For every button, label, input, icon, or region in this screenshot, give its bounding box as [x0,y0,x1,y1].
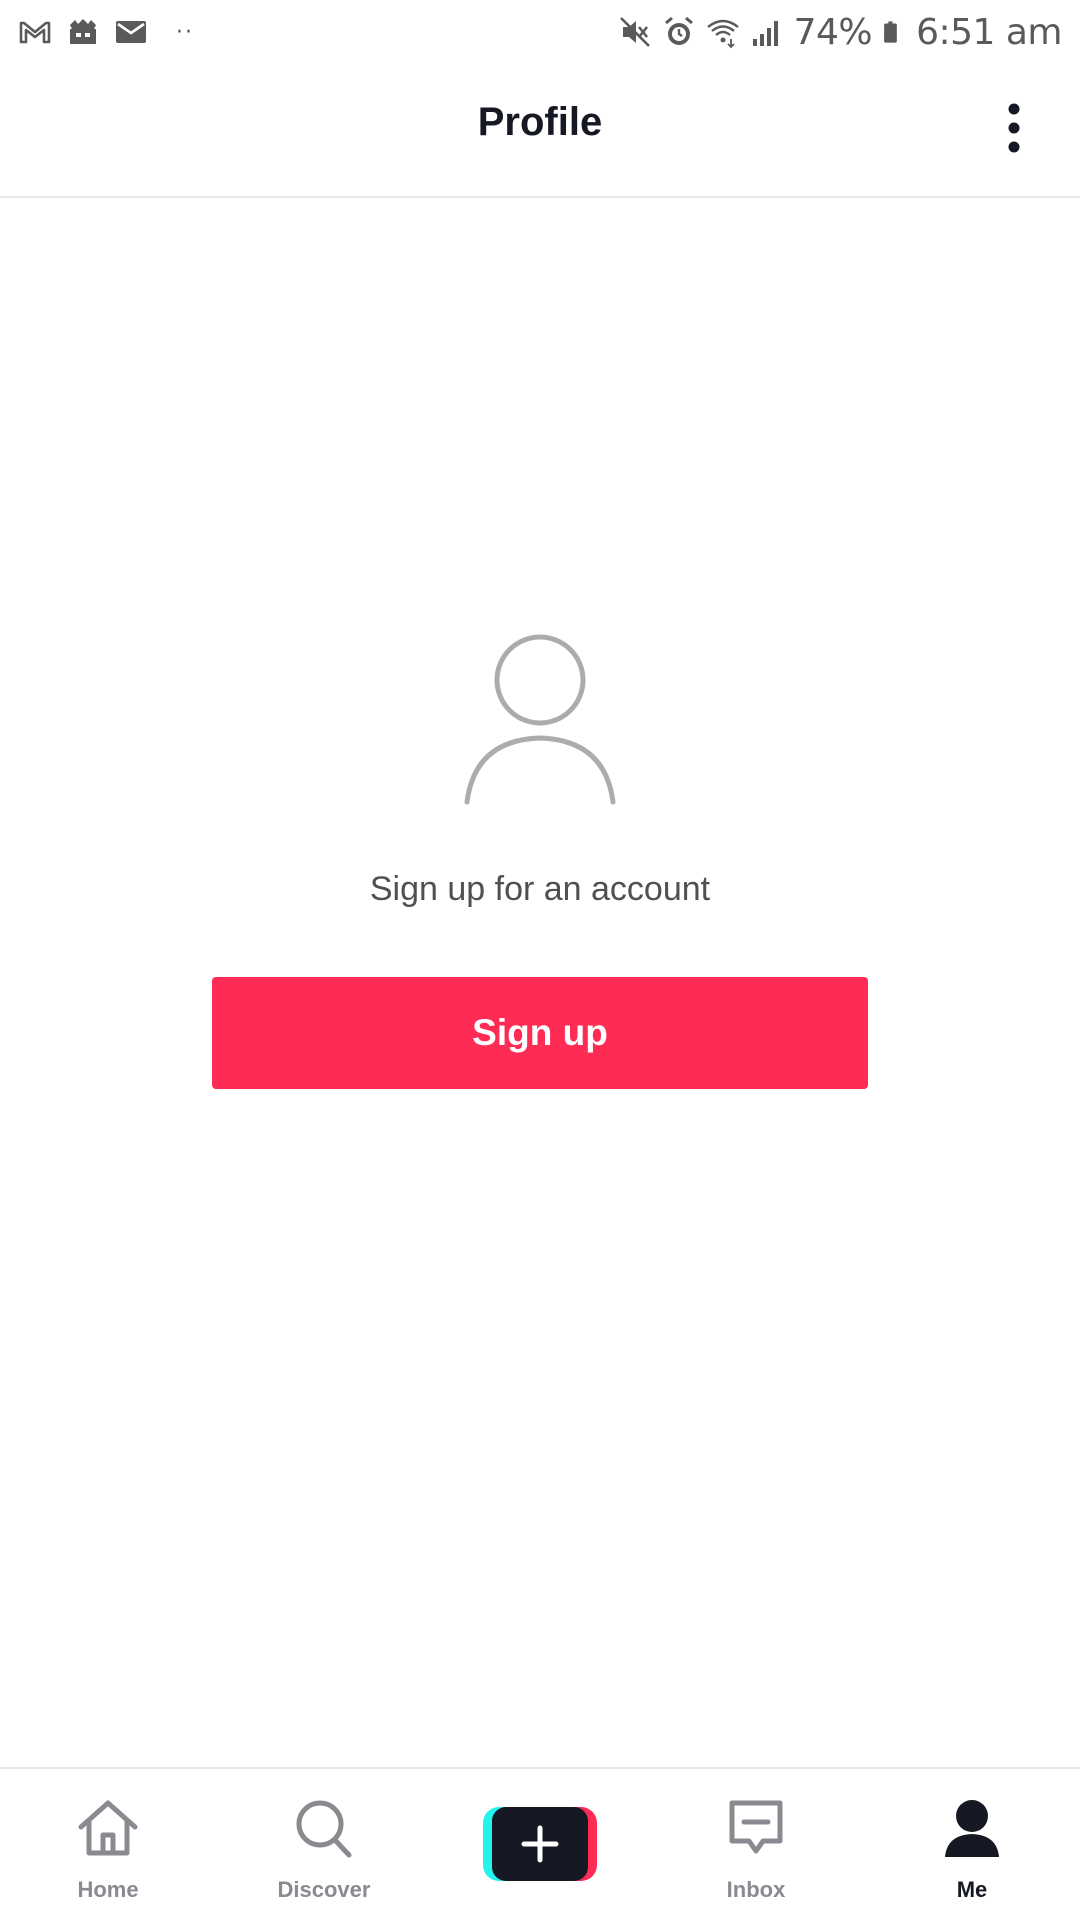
notification-icons: ·· [18,12,194,52]
create-video-button[interactable] [483,1807,597,1881]
avatar-placeholder [460,630,620,806]
game-icon [70,19,96,44]
nav-inbox[interactable]: Inbox [656,1769,856,1919]
clock: 6:51 am [916,11,1062,53]
nav-inbox-label: Inbox [726,1877,786,1902]
more-options-button[interactable] [984,98,1044,158]
sign-up-button[interactable]: Sign up [212,977,868,1089]
system-icons: 74% 6:51 am [618,8,1062,56]
status-bar: ·· 74% 6:51 am [0,0,1080,64]
inbox-icon [729,1800,783,1854]
alarm-icon [664,16,693,45]
nav-home[interactable]: Home [8,1769,208,1919]
home-icon [78,1800,138,1856]
signup-prompt: Sign up for an account [369,870,711,908]
battery-percent: 74% [793,11,873,53]
signal-icon [752,21,778,46]
page-title: Profile [477,100,603,144]
nav-discover-label: Discover [277,1877,371,1902]
nav-discover[interactable]: Discover [224,1769,424,1919]
plus-icon [521,1825,559,1863]
more-notifications-dots: ·· [176,19,194,45]
more-vertical-icon [1008,103,1020,153]
top-bar: Profile [0,64,1080,198]
nav-me-label: Me [956,1877,988,1902]
search-icon [296,1800,352,1858]
wifi-icon [706,19,739,49]
user-placeholder-icon [464,634,616,805]
battery-icon [884,21,897,43]
gmail-icon [19,21,51,44]
mute-icon [619,17,650,47]
mail-icon [116,21,146,43]
nav-me[interactable]: Me [872,1769,1072,1919]
nav-home-label: Home [77,1877,139,1902]
bottom-navigation: Home Discover Inbox Me [0,1767,1080,1920]
person-icon [945,1800,999,1857]
